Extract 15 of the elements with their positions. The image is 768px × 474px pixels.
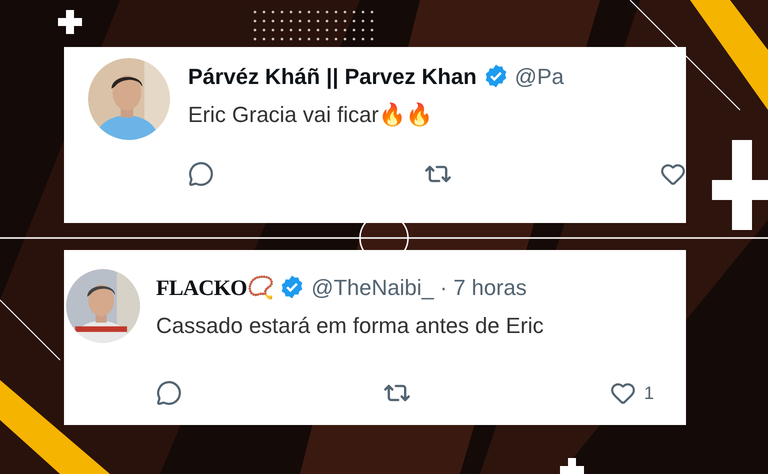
like-count: 1: [644, 382, 654, 404]
reply-icon[interactable]: [188, 161, 214, 187]
like-icon[interactable]: [660, 161, 686, 187]
display-name: Párvéz Kháñ || Parvez Khan: [188, 62, 477, 91]
user-handle: @Pa: [514, 62, 564, 90]
post-text: Cassado estará em forma antes de Eric: [156, 312, 544, 340]
post-time: · 7 horas: [440, 274, 527, 302]
plus-sign: [560, 458, 584, 474]
like-icon[interactable]: [610, 380, 636, 406]
reply-icon[interactable]: [156, 380, 182, 406]
plus-sign: [58, 10, 82, 34]
post-text: Eric Gracia vai ficar🔥🔥: [188, 100, 433, 128]
diagonal-line: [0, 300, 60, 360]
display-name: FLACKO📿: [156, 274, 274, 302]
user-handle: @TheNaibi_: [311, 274, 434, 302]
